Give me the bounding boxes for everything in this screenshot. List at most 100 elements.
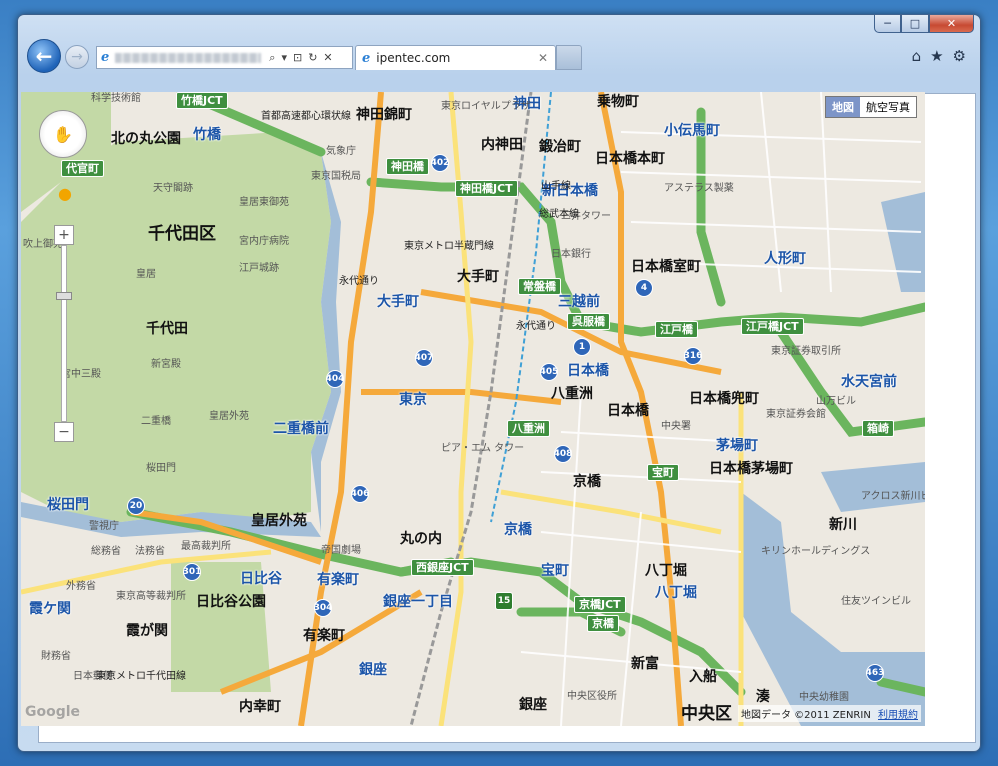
- map-station-label[interactable]: 桜田門: [47, 498, 89, 512]
- new-tab-button[interactable]: [556, 45, 582, 70]
- maximize-button[interactable]: □: [901, 14, 929, 33]
- map-road-label: 東京メトロ千代田線: [96, 671, 186, 682]
- route-shield: 301: [183, 563, 201, 581]
- map-label: アステラス製薬: [664, 183, 734, 194]
- map-label: 入船: [689, 669, 717, 685]
- map-station-label[interactable]: 日本橋: [567, 364, 609, 378]
- route-shield: 406: [351, 485, 369, 503]
- zoom-slider-thumb[interactable]: [56, 292, 72, 300]
- map-road-label: 永代通り: [339, 276, 379, 287]
- map-station-label[interactable]: 日比谷: [240, 572, 282, 586]
- compatibility-icon[interactable]: ⊡: [293, 51, 302, 65]
- map-label: 皇居外苑: [209, 411, 249, 422]
- route-shield: 407: [415, 349, 433, 367]
- home-icon[interactable]: ⌂: [912, 47, 922, 65]
- map-label: アクロス新川ビル: [861, 491, 925, 502]
- tab-ipentec[interactable]: e ipentec.com ✕: [355, 45, 556, 70]
- map-label: 中央区: [681, 704, 732, 724]
- map-station-label[interactable]: 銀座: [359, 663, 387, 677]
- map-station-label[interactable]: 水天宮前: [841, 375, 897, 389]
- dropdown-icon[interactable]: ▾: [281, 51, 287, 65]
- map-station-label[interactable]: 東京: [399, 393, 427, 407]
- map-shield: 江戸橋JCT: [741, 318, 804, 335]
- tools-icon[interactable]: ⚙: [953, 47, 966, 65]
- map-station-label[interactable]: 人形町: [764, 252, 806, 266]
- map-shield: 箱崎: [862, 420, 894, 437]
- map-label: 中央区役所: [567, 691, 617, 702]
- toolbar-right: ⌂ ★ ⚙: [912, 47, 966, 65]
- route-shield: 402: [431, 154, 449, 172]
- map-label: 日本橋: [607, 403, 649, 419]
- map-label: 丸の内: [400, 531, 442, 547]
- search-icon[interactable]: ⌕: [269, 51, 275, 65]
- map-label: 北の丸公園: [111, 131, 181, 147]
- refresh-icon[interactable]: ↻: [308, 51, 317, 65]
- map-label: 桜田門: [146, 463, 176, 474]
- map-label: 中央署: [661, 421, 691, 432]
- map-label: 財務省: [41, 651, 71, 662]
- map-label: 気象庁: [326, 146, 356, 157]
- stop-icon[interactable]: ✕: [323, 51, 332, 65]
- map-canvas[interactable]: 科学技術館 北の丸公園 竹橋 代官町 竹橋JCT 千代田区 天守閣跡 皇居東御苑…: [21, 92, 925, 726]
- route-shield: 405: [540, 363, 558, 381]
- map-shield: 京橋: [587, 615, 619, 632]
- forward-arrow-icon: →: [71, 49, 83, 65]
- map-station-label[interactable]: 八丁堀: [655, 586, 697, 600]
- map-label: 内神田: [481, 137, 523, 153]
- map-label: 八丁堀: [645, 563, 687, 579]
- map-type-satellite-button[interactable]: 航空写真: [860, 97, 916, 117]
- forward-button[interactable]: →: [65, 45, 89, 69]
- map-label: 東京証券会館: [766, 409, 826, 420]
- map-label: 宮中三殿: [61, 369, 101, 380]
- map-station-label[interactable]: 有楽町: [317, 573, 359, 587]
- map-label: 神田錦町: [356, 107, 412, 123]
- map-label: 皇居外苑: [251, 513, 307, 529]
- map-label: 宮内庁病院: [239, 236, 289, 247]
- map-road-label: 東京メトロ半蔵門線: [404, 241, 494, 252]
- tab-close-icon[interactable]: ✕: [538, 51, 548, 65]
- map-shield: 呉服橋: [567, 313, 610, 330]
- close-button[interactable]: ✕: [929, 14, 974, 33]
- map-label: 東京国税局: [311, 171, 361, 182]
- route-shield: 4: [635, 279, 653, 297]
- zoom-in-button[interactable]: +: [54, 225, 74, 245]
- route-shield: 1: [573, 338, 591, 356]
- zoom-slider[interactable]: [61, 245, 67, 422]
- terms-link[interactable]: 利用規約: [878, 710, 918, 721]
- street-view-pegman-icon[interactable]: ●: [58, 184, 72, 203]
- map-label: 日本橋茅場町: [709, 461, 793, 477]
- map-shield: 宝町: [647, 464, 679, 481]
- map-label: 外務省: [66, 581, 96, 592]
- favorites-icon[interactable]: ★: [930, 47, 943, 65]
- map-label: 帝国劇場: [321, 545, 361, 556]
- map-station-label[interactable]: 竹橋: [193, 128, 221, 142]
- route-shield: 15: [495, 592, 513, 610]
- map-label: 総務省: [91, 546, 121, 557]
- minimize-button[interactable]: ─: [874, 14, 901, 33]
- map-label: 山万ビル: [816, 396, 856, 407]
- map-station-label[interactable]: 二重橋前: [273, 422, 329, 436]
- map-station-label[interactable]: 霞ケ関: [29, 602, 71, 616]
- map-station-label[interactable]: 銀座一丁目: [383, 595, 453, 609]
- copyright-text: 地図データ ©2011 ZENRIN: [740, 710, 871, 721]
- zoom-out-button[interactable]: −: [54, 422, 74, 442]
- map-label: 湊: [756, 689, 770, 705]
- route-shield: 316: [684, 347, 702, 365]
- map-label: 新川: [829, 517, 857, 533]
- back-button[interactable]: ←: [27, 39, 61, 73]
- map-station-label[interactable]: 小伝馬町: [664, 124, 720, 138]
- map-station-label[interactable]: 宝町: [541, 564, 569, 578]
- caption-buttons: ─ □ ✕: [874, 14, 974, 33]
- map-shield: 神田橋: [386, 158, 429, 175]
- map-label: キリンホールディングス: [761, 546, 871, 557]
- map-station-label[interactable]: 三越前: [558, 295, 600, 309]
- map-type-map-button[interactable]: 地図: [826, 97, 860, 117]
- google-logo[interactable]: Google: [25, 704, 80, 720]
- map-station-label[interactable]: 茅場町: [716, 439, 758, 453]
- map-station-label[interactable]: 京橋: [504, 523, 532, 537]
- address-bar[interactable]: e ⌕ ▾ ⊡ ↻ ✕: [96, 46, 353, 69]
- map-shield: 神田橋JCT: [455, 180, 518, 197]
- map-label: 法務省: [135, 546, 165, 557]
- map-station-label[interactable]: 大手町: [377, 295, 419, 309]
- pan-control[interactable]: ✋: [39, 110, 87, 158]
